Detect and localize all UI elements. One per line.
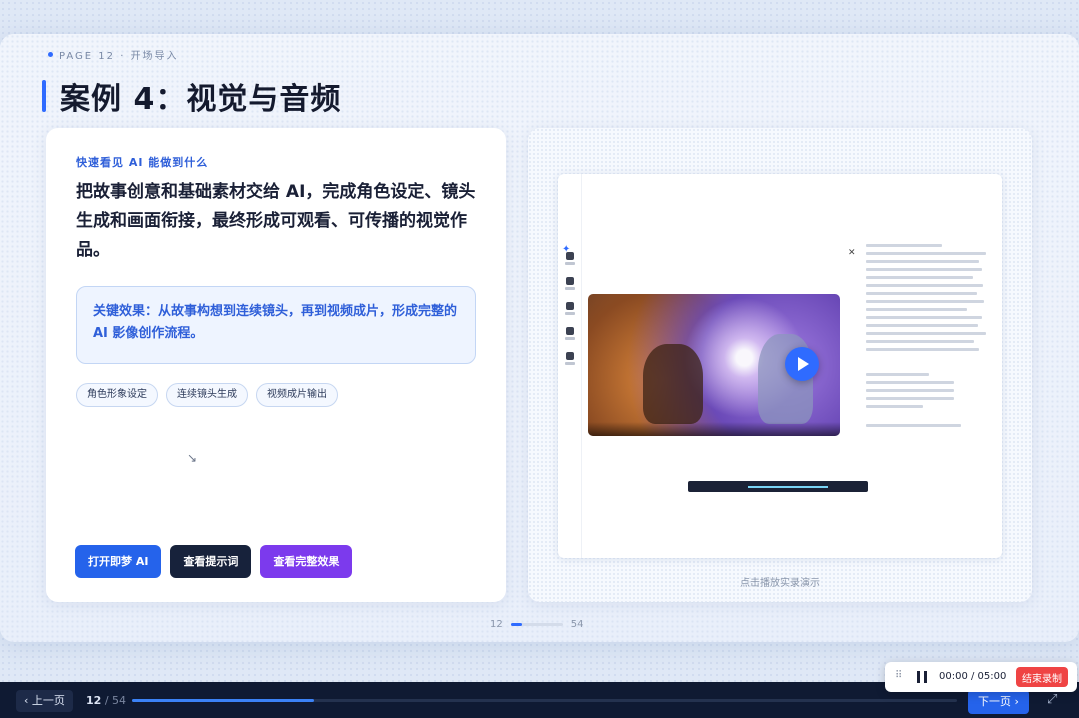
mini-logo-icon: ✦ [562, 244, 571, 255]
demo-screenshot[interactable]: ✦ ✕ [558, 174, 1002, 558]
feature-chips: 角色形象设定 连续镜头生成 视频成片输出 [76, 383, 338, 407]
view-full-effect-button[interactable]: 查看完整效果 [260, 545, 353, 578]
demo-caption: 点击播放实录演示 [740, 578, 820, 589]
chip-shot-generation: 连续镜头生成 [166, 383, 248, 407]
view-prompt-button[interactable]: 查看提示词 [170, 545, 252, 578]
page-counter: 12 / 54 [86, 694, 126, 707]
video-figure-left [643, 344, 703, 424]
pager-fill [510, 623, 523, 626]
stop-recording-button[interactable]: 结束录制 [1016, 667, 1068, 687]
next-page-button[interactable]: 下一页 › [968, 690, 1029, 714]
page-counter-total: / 54 [104, 694, 127, 707]
page-tag-text: PAGE 12 · 开场导入 [59, 51, 179, 62]
play-icon[interactable] [785, 347, 819, 381]
key-effect-box: 关键效果：从故事构想到连续镜头，再到视频成片，形成完整的 AI 影像创作流程。 [76, 286, 476, 364]
recording-widget: ⠿ 00:00 / 05:00 结束录制 [885, 662, 1077, 692]
title-row: 案例 4：视觉与音频 [42, 74, 341, 118]
pager-current: 12 [490, 619, 503, 630]
fullscreen-icon[interactable]: ⤢ [1047, 692, 1057, 707]
action-buttons: 打开即梦 AI 查看提示词 查看完整效果 [75, 545, 353, 578]
page-tag: PAGE 12 · 开场导入 [48, 47, 179, 62]
slide: PAGE 12 · 开场导入 案例 4：视觉与音频 快速看见 AI 能做到什么 … [0, 34, 1079, 642]
recording-time: 00:00 / 05:00 [939, 671, 1007, 682]
mini-prompt-panel [866, 244, 992, 484]
chip-video-output: 视频成片输出 [256, 383, 338, 407]
card-kicker: 快速看见 AI 能做到什么 [76, 156, 209, 169]
page-tag-dot [48, 52, 53, 57]
mini-sidebar [558, 174, 582, 558]
video-controls [588, 422, 840, 436]
slide-pager: 12 54 [490, 619, 583, 630]
demo-card: ✦ ✕ 点击播放实录演示 [528, 128, 1032, 602]
page-title: 案例 4：视觉与音频 [60, 82, 342, 117]
description-card: 快速看见 AI 能做到什么 把故事创意和基础素材交给 AI，完成角色设定、镜头生… [46, 128, 506, 602]
title-accent-bar [42, 80, 46, 112]
page-counter-current: 12 [86, 694, 102, 707]
mouse-cursor-icon: ↘ [187, 451, 198, 465]
pager-total: 54 [570, 619, 584, 630]
prev-page-button[interactable]: ‹ 上一页 [16, 690, 73, 712]
mini-audio-timeline [688, 481, 868, 492]
pause-icon[interactable] [917, 671, 927, 683]
video-preview[interactable] [588, 294, 840, 436]
open-jimeng-button[interactable]: 打开即梦 AI [75, 545, 162, 578]
progress-track[interactable] [132, 699, 957, 702]
progress-fill [132, 699, 314, 702]
mini-close-icon: ✕ [848, 248, 856, 258]
drag-handle-icon[interactable]: ⠿ [895, 670, 902, 681]
chip-character-design: 角色形象设定 [76, 383, 158, 407]
card-lead-text: 把故事创意和基础素材交给 AI，完成角色设定、镜头生成和画面衔接，最终形成可观看… [76, 182, 476, 260]
pager-track [510, 623, 563, 626]
